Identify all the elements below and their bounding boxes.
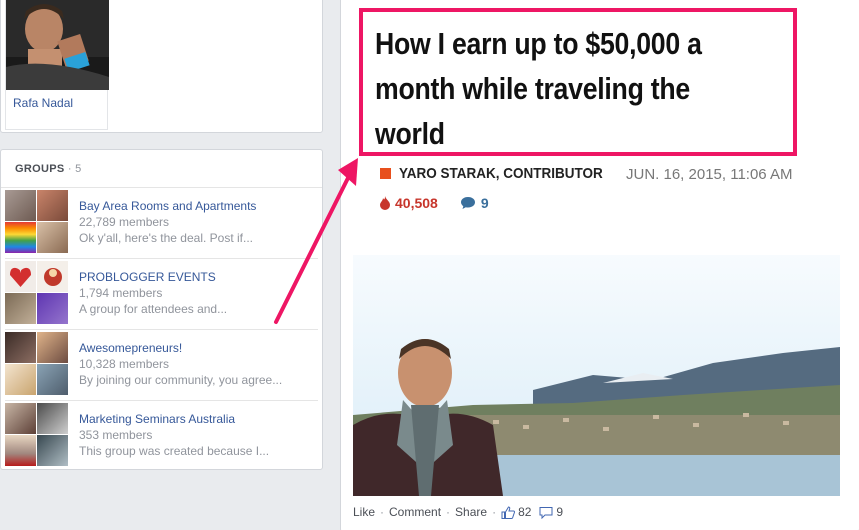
thumbs-up-icon <box>501 505 516 519</box>
group-members: 22,789 members <box>79 215 170 229</box>
flame-icon <box>380 196 390 210</box>
article-preview[interactable]: How I earn up to $50,000 a month while t… <box>353 7 840 496</box>
group-photo-mosaic[interactable] <box>5 332 68 395</box>
group-name[interactable]: Bay Area Rooms and Apartments <box>79 199 256 213</box>
like-button[interactable]: Like <box>353 505 375 519</box>
like-count[interactable]: 82 <box>501 505 531 519</box>
article-author[interactable]: YARO STARAK, CONTRIBUTOR <box>399 165 603 182</box>
comment-icon <box>539 506 553 519</box>
groups-title[interactable]: GROUPS <box>15 163 64 175</box>
comment-button[interactable]: Comment <box>389 505 441 519</box>
group-item[interactable]: Bay Area Rooms and Apartments 22,789 mem… <box>1 188 322 259</box>
like-count-value: 82 <box>518 505 532 519</box>
group-description: By joining our community, you agree... <box>79 373 283 387</box>
article-headline[interactable]: How I earn up to $50,000 a month while t… <box>375 21 736 156</box>
group-name[interactable]: Awesomepreneurs! <box>79 341 182 355</box>
groups-card: GROUPS · 5 Bay Area Rooms and Apartments… <box>0 149 323 470</box>
groups-count: · 5 <box>67 163 82 175</box>
group-members: 1,794 members <box>79 286 163 300</box>
share-button[interactable]: Share <box>455 505 487 519</box>
group-name[interactable]: PROBLOGGER EVENTS <box>79 270 216 284</box>
friends-card: Rafa Nadal <box>0 0 323 133</box>
comment-count-value: 9 <box>556 505 564 519</box>
group-item[interactable]: Marketing Seminars Australia 353 members… <box>1 401 322 472</box>
group-photo-mosaic[interactable] <box>5 403 68 466</box>
group-description: Ok y'all, here's the deal. Post if... <box>79 231 253 245</box>
group-members: 10,328 members <box>79 357 170 371</box>
group-name[interactable]: Marketing Seminars Australia <box>79 412 235 426</box>
group-item[interactable]: PROBLOGGER EVENTS 1,794 members A group … <box>1 259 322 330</box>
comment-bubble-icon <box>460 197 475 209</box>
group-item[interactable]: Awesomepreneurs! 10,328 members By joini… <box>1 330 322 401</box>
views-value: 40,508 <box>395 195 438 211</box>
comments-count[interactable]: 9 <box>460 195 489 211</box>
article-date: JUN. 16, 2015, 11:06 AM <box>626 166 793 183</box>
article-hero-image[interactable] <box>353 255 840 496</box>
comment-count[interactable]: 9 <box>539 505 563 519</box>
comments-value: 9 <box>480 195 489 211</box>
friend-tile[interactable]: Rafa Nadal <box>5 0 109 130</box>
friend-name[interactable]: Rafa Nadal <box>13 96 73 110</box>
group-members: 353 members <box>79 428 153 442</box>
group-photo-mosaic[interactable] <box>5 190 68 253</box>
group-description: This group was created because I... <box>79 444 270 458</box>
group-description: A group for attendees and... <box>79 302 228 316</box>
views-count: 40,508 <box>380 195 438 211</box>
post-actions: Like · Comment · Share · 82 9 <box>353 505 564 519</box>
author-square-icon <box>380 168 391 179</box>
article-stats: 40,508 9 <box>380 195 489 211</box>
groups-header[interactable]: GROUPS · 5 <box>15 163 82 175</box>
group-photo-mosaic[interactable] <box>5 261 68 324</box>
post-card: How I earn up to $50,000 a month while t… <box>340 0 859 530</box>
article-byline: YARO STARAK, CONTRIBUTOR JUN. 16, 2015, … <box>380 165 793 183</box>
friend-photo[interactable] <box>6 0 109 90</box>
